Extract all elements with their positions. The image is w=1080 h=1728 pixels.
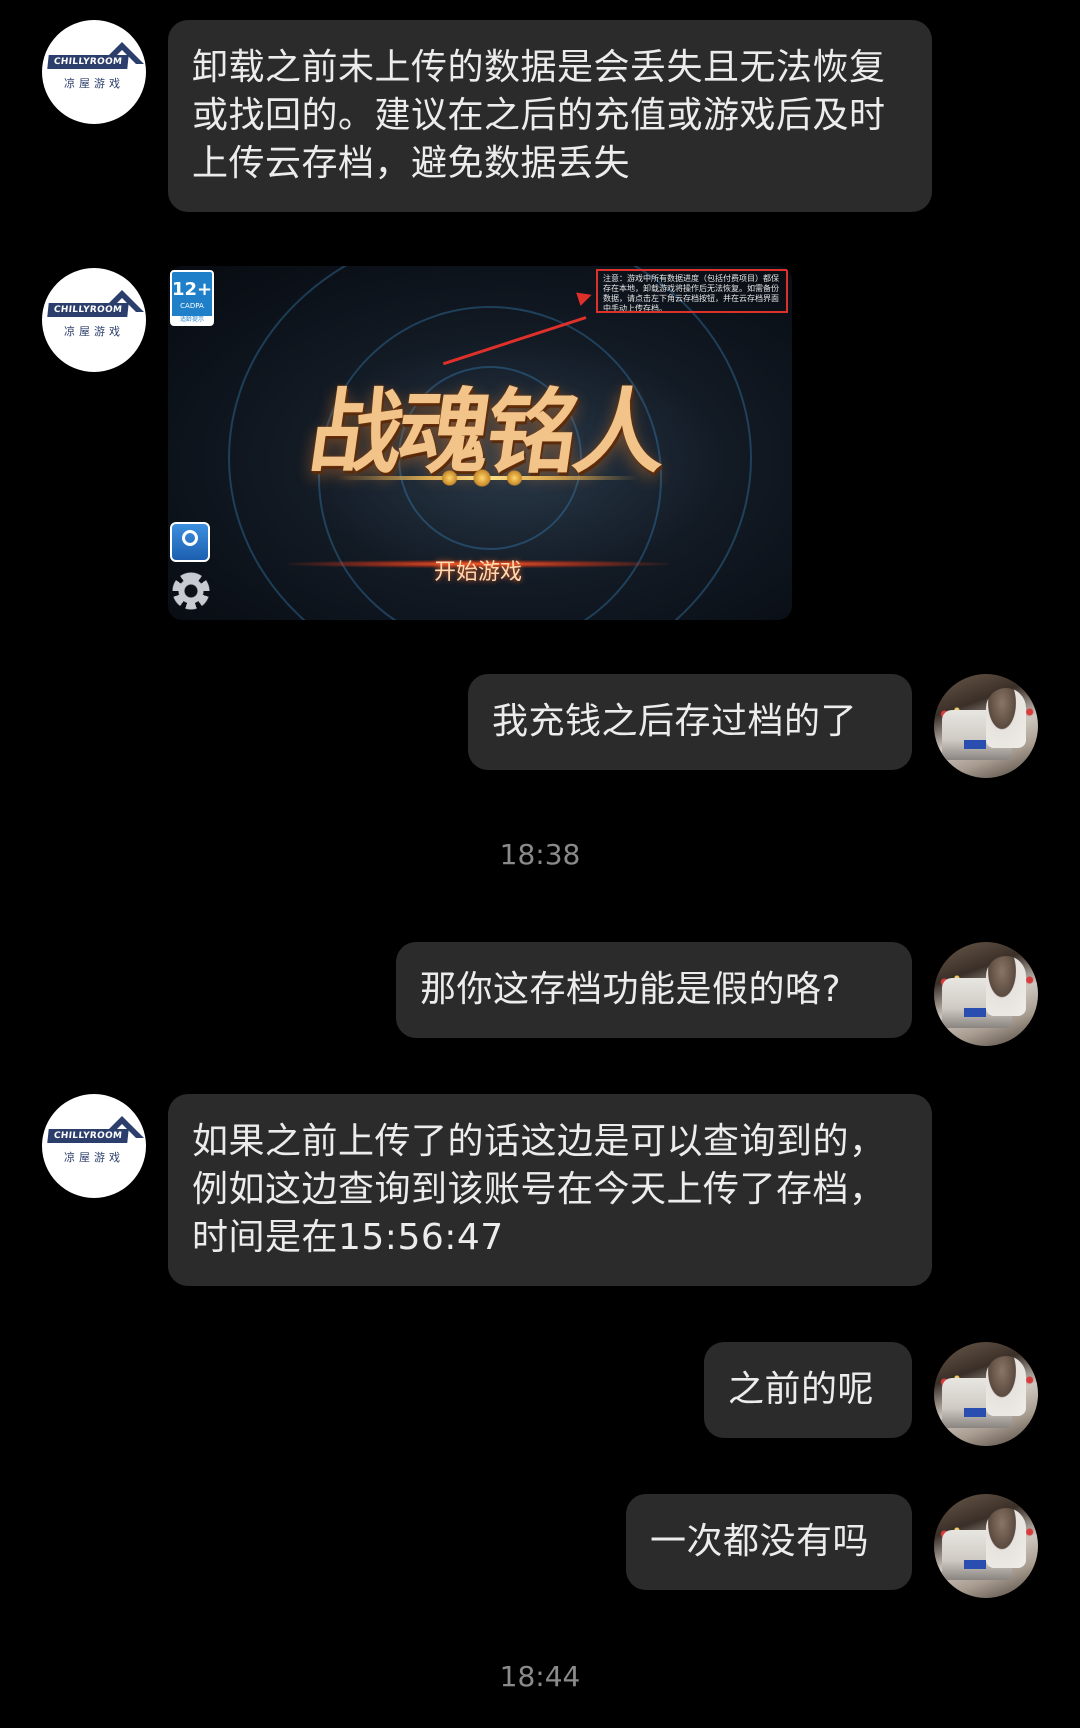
message-bubble-user[interactable]: 一次都没有吗 <box>626 1494 912 1590</box>
message-bubble-support[interactable]: 卸载之前未上传的数据是会丢失且无法恢复或找回的。建议在之后的充值或游戏后及时上传… <box>168 20 932 212</box>
avatar-person <box>986 1356 1026 1416</box>
logo-wordmark: CHILLYROOM <box>47 55 129 69</box>
message-bubble-user[interactable]: 之前的呢 <box>704 1342 912 1438</box>
message-bubble-user[interactable]: 那你这存档功能是假的咯? <box>396 942 912 1038</box>
avatar-person <box>986 956 1026 1016</box>
support-avatar[interactable]: CHILLYROOM 凉屋游戏 <box>42 1094 146 1198</box>
logo-wordmark: CHILLYROOM <box>47 1129 129 1143</box>
age-note: 适龄提示 <box>172 316 212 324</box>
message-text: 一次都没有吗 <box>650 1521 870 1562</box>
start-game-button: 开始游戏 <box>433 560 522 585</box>
gear-icon <box>172 572 210 610</box>
user-avatar[interactable] <box>934 1494 1038 1598</box>
logo-wordmark: CHILLYROOM <box>47 303 129 317</box>
user-avatar[interactable] <box>934 674 1038 778</box>
message-bubble-user[interactable]: 我充钱之后存过档的了 <box>468 674 912 770</box>
timestamp: 18:38 <box>499 838 581 871</box>
save-notice-box: 注意：游戏中所有数据进度（包括付费项目）都保存在本地，卸载游戏将操作后无法恢复。… <box>596 269 788 313</box>
message-text: 之前的呢 <box>728 1369 875 1410</box>
game-screenshot-image[interactable]: 战魂铭人 开始游戏 12+ CADPA 适龄提示 注意：游戏中所有数据进度（包括… <box>168 266 792 620</box>
logo-subtitle: 凉屋游戏 <box>64 1151 124 1164</box>
age-org: CADPA <box>180 302 204 310</box>
logo-subtitle: 凉屋游戏 <box>64 77 124 90</box>
avatar-plate <box>964 1408 986 1417</box>
user-avatar[interactable] <box>934 942 1038 1046</box>
user-avatar[interactable] <box>934 1342 1038 1446</box>
message-text: 卸载之前未上传的数据是会丢失且无法恢复或找回的。建议在之后的充值或游戏后及时上传… <box>192 47 886 184</box>
age-rating: 12+ <box>172 279 213 300</box>
cloud-save-icon <box>170 522 210 562</box>
message-text: 那你这存档功能是假的咯? <box>420 969 842 1010</box>
avatar-person <box>986 1508 1026 1568</box>
avatar-plate <box>964 740 986 749</box>
age-rating-badge: 12+ CADPA 适龄提示 <box>170 270 214 326</box>
message-text: 如果之前上传了的话这边是可以查询到的，例如这边查询到该账号在今天上传了存档，时间… <box>192 1121 886 1258</box>
support-avatar[interactable]: CHILLYROOM 凉屋游戏 <box>42 20 146 124</box>
avatar-plate <box>964 1008 986 1017</box>
avatar-plate <box>964 1560 986 1569</box>
message-text: 我充钱之后存过档的了 <box>492 701 858 742</box>
avatar-person <box>986 688 1026 748</box>
timestamp: 18:44 <box>499 1660 581 1693</box>
logo-subtitle: 凉屋游戏 <box>64 325 124 338</box>
support-avatar[interactable]: CHILLYROOM 凉屋游戏 <box>42 268 146 372</box>
message-bubble-support[interactable]: 如果之前上传了的话这边是可以查询到的，例如这边查询到该账号在今天上传了存档，时间… <box>168 1094 932 1286</box>
title-ornament-gems <box>424 468 540 488</box>
